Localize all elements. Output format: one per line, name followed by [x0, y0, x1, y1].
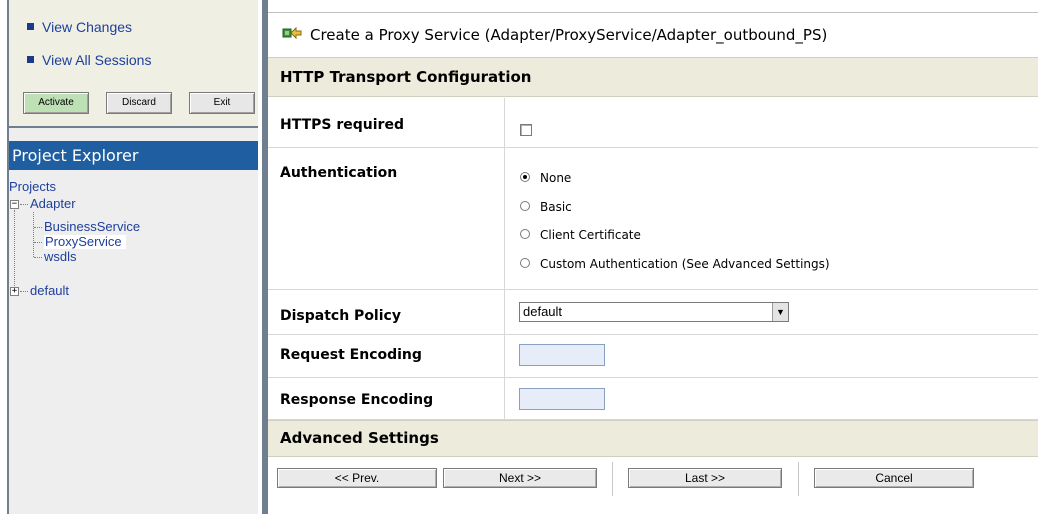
authentication-label: Authentication: [280, 165, 398, 181]
tree-item-proxyservice[interactable]: ProxyService: [44, 235, 126, 249]
view-changes-label: View Changes: [42, 19, 133, 35]
tree-connector: [34, 257, 42, 258]
activate-button[interactable]: Activate: [23, 92, 89, 114]
auth-option-label: Basic: [540, 200, 572, 214]
https-required-label: HTTPS required: [280, 117, 404, 133]
authentication-row: Authentication None Basic Client Certifi…: [268, 148, 1038, 290]
radio-unchecked-icon: [520, 201, 530, 211]
column-divider: [504, 98, 505, 147]
tree-item-default[interactable]: default: [30, 284, 69, 298]
next-button[interactable]: Next >>: [443, 468, 597, 488]
wizard-navigation: << Prev. Next >> Last >> Cancel: [268, 458, 1038, 514]
tree-connector: [34, 242, 42, 243]
tree-root-projects[interactable]: Projects: [9, 180, 56, 194]
request-encoding-label: Request Encoding: [280, 347, 422, 363]
tree-connector: [33, 212, 34, 257]
cancel-button[interactable]: Cancel: [814, 468, 974, 488]
request-encoding-input[interactable]: [519, 344, 605, 366]
column-divider: [504, 378, 505, 419]
column-divider: [504, 290, 505, 334]
response-encoding-label: Response Encoding: [280, 392, 434, 408]
radio-unchecked-icon: [520, 258, 530, 268]
request-encoding-row: Request Encoding: [268, 335, 1038, 378]
discard-button[interactable]: Discard: [106, 92, 172, 114]
dispatch-policy-label: Dispatch Policy: [280, 308, 401, 324]
tree-connector: [14, 210, 15, 288]
prev-button[interactable]: << Prev.: [277, 468, 437, 488]
section-http-transport: HTTP Transport Configuration: [268, 57, 1038, 97]
page-title: Create a Proxy Service (Adapter/ProxySer…: [310, 26, 828, 44]
button-separator: [798, 462, 799, 496]
tree-connector: [20, 291, 28, 292]
dropdown-arrow-icon[interactable]: ▼: [772, 303, 788, 321]
bullet-icon: [27, 22, 34, 30]
column-divider: [504, 335, 505, 377]
view-all-sessions-link[interactable]: View All Sessions: [27, 52, 151, 68]
project-tree: Projects − Adapter BusinessService Proxy…: [9, 170, 258, 514]
auth-option-label: None: [540, 171, 572, 185]
change-center: View Changes View All Sessions Activate …: [9, 0, 258, 128]
tree-item-adapter[interactable]: Adapter: [30, 197, 76, 211]
https-required-checkbox[interactable]: [520, 124, 532, 136]
project-explorer-header: Project Explorer: [9, 141, 258, 170]
expand-icon[interactable]: +: [10, 287, 19, 296]
last-button[interactable]: Last >>: [628, 468, 782, 488]
dispatch-policy-row: Dispatch Policy default ▼: [268, 290, 1038, 335]
button-separator: [612, 462, 613, 496]
dispatch-policy-select[interactable]: default ▼: [519, 302, 789, 322]
tree-item-wsdls[interactable]: wsdls: [44, 250, 77, 264]
view-all-sessions-label: View All Sessions: [42, 52, 152, 68]
main-panel: Create a Proxy Service (Adapter/ProxySer…: [262, 0, 1038, 514]
tree-connector: [34, 227, 42, 228]
radio-unchecked-icon: [520, 229, 530, 239]
auth-option-label: Custom Authentication (See Advanced Sett…: [540, 257, 830, 271]
exit-button[interactable]: Exit: [189, 92, 255, 114]
tree-connector: [20, 204, 28, 205]
dispatch-policy-value: default: [523, 304, 563, 319]
page-header: Create a Proxy Service (Adapter/ProxySer…: [268, 13, 1038, 57]
left-panel: View Changes View All Sessions Activate …: [0, 0, 258, 514]
collapse-icon[interactable]: −: [10, 200, 19, 209]
proxy-service-icon: [282, 25, 302, 45]
response-encoding-input[interactable]: [519, 388, 605, 410]
https-required-row: HTTPS required: [268, 98, 1038, 148]
section-advanced-settings[interactable]: Advanced Settings: [268, 420, 1038, 457]
tree-item-businessservice[interactable]: BusinessService: [44, 220, 140, 234]
response-encoding-row: Response Encoding: [268, 378, 1038, 420]
radio-checked-icon: [520, 172, 530, 182]
column-divider: [504, 148, 505, 289]
view-changes-link[interactable]: View Changes: [27, 19, 132, 35]
auth-option-label: Client Certificate: [540, 228, 641, 242]
bullet-icon: [27, 55, 34, 63]
